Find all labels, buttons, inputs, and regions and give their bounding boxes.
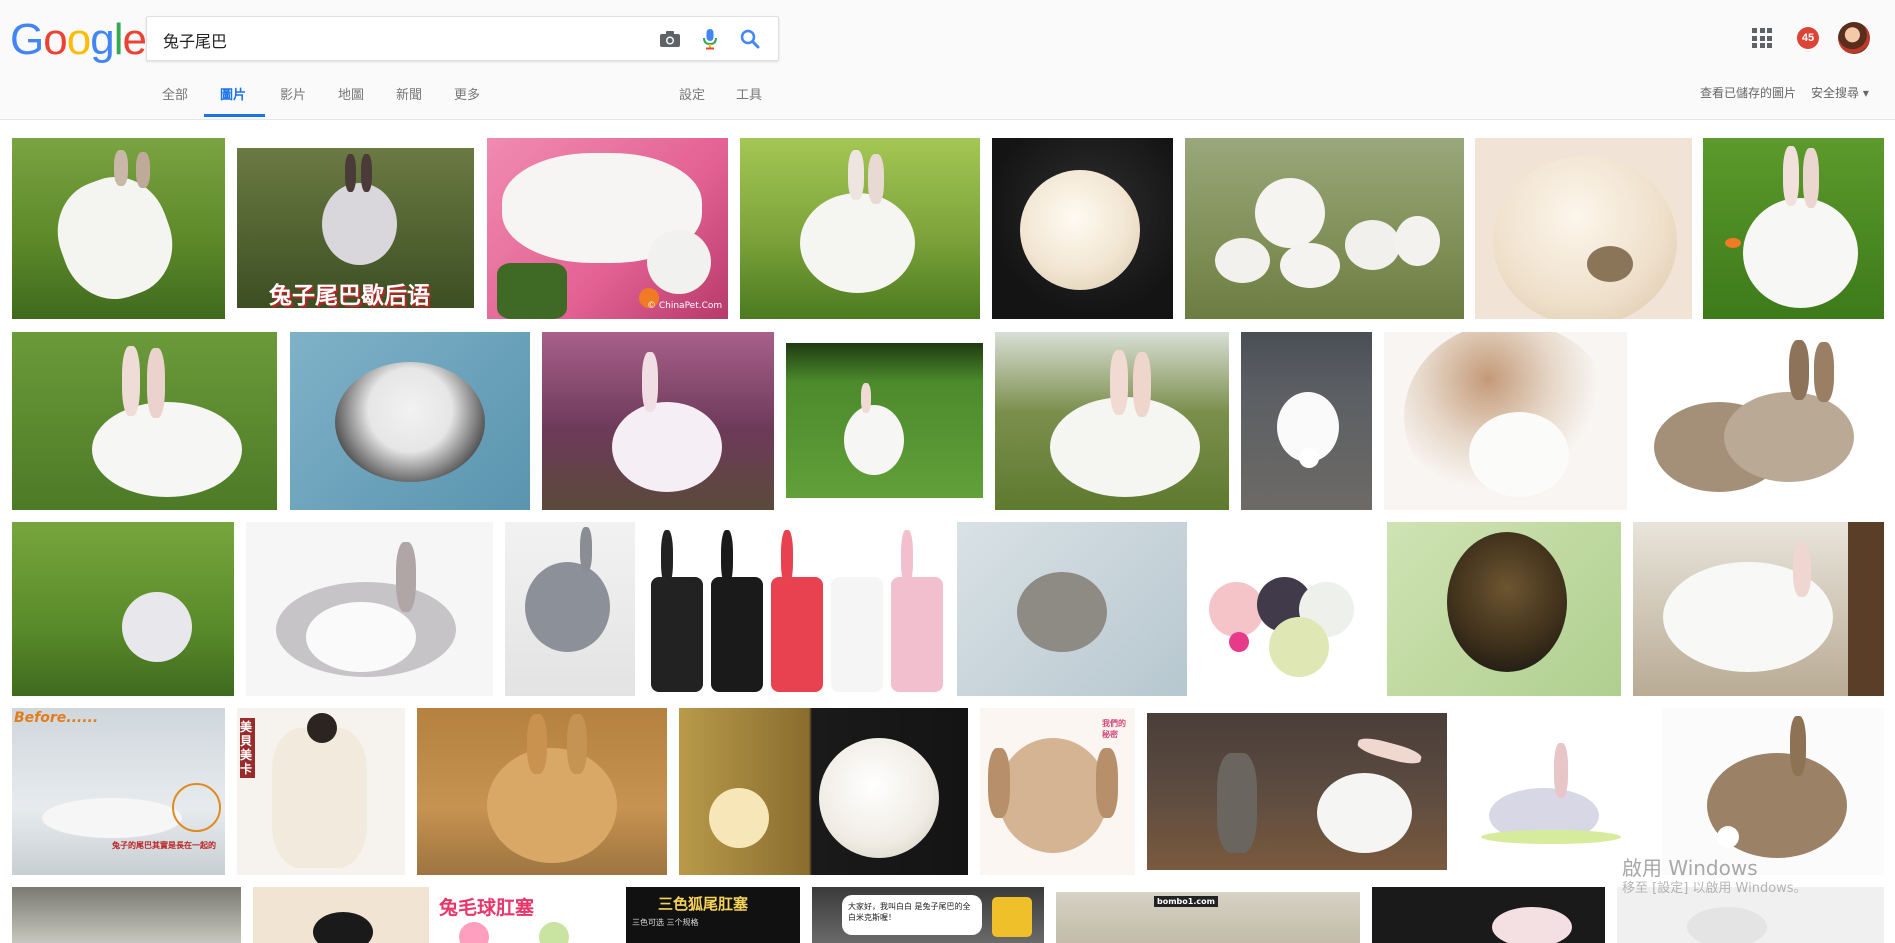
image-caption: 兔子的尾巴其實是長在一起的 bbox=[112, 841, 216, 850]
image-result[interactable] bbox=[1662, 708, 1884, 875]
search-input[interactable] bbox=[161, 17, 645, 62]
image-result[interactable] bbox=[1387, 522, 1621, 696]
tools-link[interactable]: 工具 bbox=[736, 84, 762, 116]
image-result[interactable]: 兔毛球肛塞 bbox=[429, 887, 616, 943]
image-result[interactable]: 大家好，我叫白白 是兔子尾巴的全白米克斯喔！ bbox=[812, 887, 1044, 943]
image-result[interactable]: 三色狐尾肛塞 三色可选 三个规格 bbox=[626, 887, 800, 943]
tab-more[interactable]: 更多 bbox=[454, 84, 480, 116]
os-activation-subtitle: 移至 [設定] 以啟用 Windows。 bbox=[1622, 881, 1807, 896]
logo-letter: o bbox=[43, 15, 68, 64]
logo-letter: e bbox=[122, 15, 147, 64]
image-result[interactable] bbox=[1639, 332, 1884, 510]
tab-maps[interactable]: 地圖 bbox=[338, 84, 364, 116]
microphone-icon[interactable] bbox=[697, 26, 723, 52]
image-result[interactable] bbox=[417, 708, 667, 875]
image-result[interactable] bbox=[1147, 713, 1447, 870]
image-result[interactable] bbox=[992, 138, 1173, 319]
image-caption: 兔子尾巴歇后语 bbox=[269, 283, 430, 308]
image-result[interactable] bbox=[12, 522, 234, 696]
image-caption: 美貝美卡 bbox=[240, 718, 255, 778]
tab-videos[interactable]: 影片 bbox=[280, 84, 306, 116]
image-result[interactable] bbox=[1199, 522, 1375, 696]
settings-link[interactable]: 設定 bbox=[679, 84, 705, 116]
tab-news[interactable]: 新聞 bbox=[396, 84, 422, 116]
image-result[interactable]: bombo1.com bbox=[1056, 892, 1360, 943]
image-result[interactable] bbox=[1475, 138, 1692, 319]
image-result[interactable] bbox=[1703, 138, 1884, 319]
image-result[interactable] bbox=[290, 332, 530, 510]
image-caption: 三色可选 三个规格 bbox=[632, 918, 699, 927]
safe-search-toggle[interactable]: 安全搜尋 ▾ bbox=[1811, 84, 1869, 101]
logo-letter: g bbox=[90, 15, 115, 64]
google-logo[interactable]: Google bbox=[10, 15, 147, 64]
notification-badge[interactable]: 45 bbox=[1797, 27, 1819, 49]
image-result[interactable] bbox=[679, 708, 968, 875]
apps-grid-icon[interactable] bbox=[1752, 28, 1772, 48]
image-caption: © ChinaPet.Com bbox=[647, 301, 723, 311]
image-result[interactable] bbox=[995, 332, 1229, 510]
image-result[interactable] bbox=[1241, 332, 1372, 510]
search-box bbox=[146, 16, 779, 62]
image-result[interactable] bbox=[740, 138, 980, 319]
image-result[interactable] bbox=[1372, 887, 1605, 943]
image-caption: bombo1.com bbox=[1154, 896, 1218, 907]
image-result[interactable]: 我們的秘密 bbox=[980, 708, 1135, 875]
image-result[interactable]: 兔子尾巴歇后语 bbox=[237, 148, 474, 308]
image-result[interactable] bbox=[505, 522, 635, 696]
avatar[interactable] bbox=[1838, 22, 1870, 54]
tab-all[interactable]: 全部 bbox=[162, 84, 188, 116]
search-icon[interactable] bbox=[737, 26, 763, 52]
image-result[interactable] bbox=[957, 522, 1187, 696]
camera-icon[interactable] bbox=[657, 26, 683, 52]
image-caption: Before...... bbox=[14, 710, 99, 726]
image-result[interactable]: © ChinaPet.Com bbox=[487, 138, 728, 319]
image-result[interactable]: Before...... 兔子的尾巴其實是長在一起的 bbox=[12, 708, 225, 875]
tab-images[interactable]: 圖片 bbox=[220, 84, 246, 116]
image-result[interactable]: 美貝美卡 bbox=[237, 708, 405, 875]
image-result[interactable] bbox=[246, 522, 493, 696]
image-result[interactable] bbox=[1384, 332, 1627, 510]
image-caption: 大家好，我叫白白 是兔子尾巴的全白米克斯喔！ bbox=[848, 902, 971, 922]
image-result[interactable] bbox=[12, 332, 277, 510]
image-result[interactable] bbox=[12, 138, 225, 319]
image-result[interactable] bbox=[1633, 522, 1884, 696]
active-tab-indicator bbox=[204, 114, 265, 117]
image-result[interactable] bbox=[647, 522, 945, 696]
image-result[interactable] bbox=[253, 887, 429, 943]
image-caption: 兔毛球肛塞 bbox=[439, 897, 535, 919]
logo-letter: o bbox=[66, 15, 92, 64]
image-result[interactable] bbox=[1185, 138, 1464, 319]
image-result[interactable] bbox=[12, 887, 241, 943]
image-caption: 我們的秘密 bbox=[1102, 719, 1126, 739]
logo-letter: G bbox=[10, 15, 44, 64]
image-caption: 三色狐尾肛塞 bbox=[658, 895, 749, 913]
image-result[interactable] bbox=[542, 332, 774, 510]
image-result[interactable] bbox=[1459, 708, 1653, 875]
image-result[interactable] bbox=[786, 343, 983, 498]
saved-images-link[interactable]: 查看已儲存的圖片 bbox=[1700, 84, 1796, 101]
